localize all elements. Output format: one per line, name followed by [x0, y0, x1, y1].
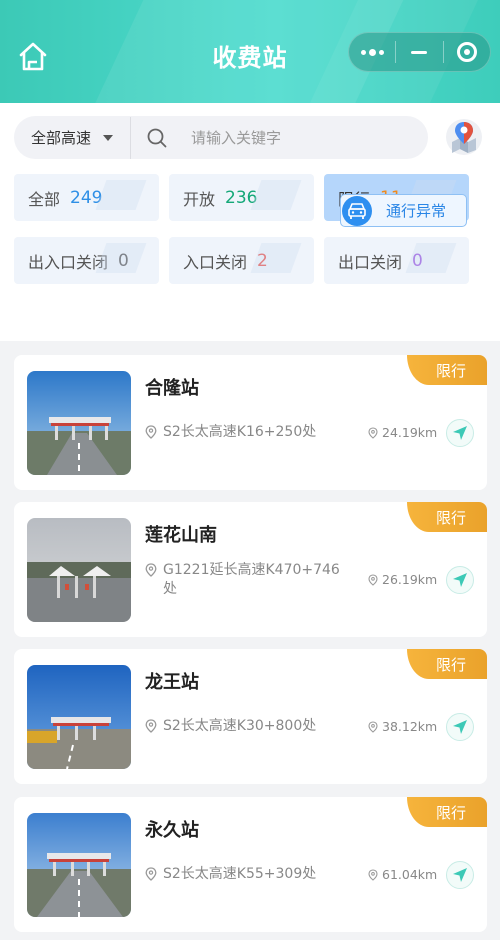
station-location: G1221延长高速K470+746处	[145, 561, 350, 599]
location-pin-icon	[145, 563, 157, 577]
station-photo	[27, 518, 131, 622]
map-view-button[interactable]	[446, 119, 482, 155]
navigation-arrow-icon	[453, 868, 467, 882]
station-card[interactable]: 永久站 S2长太高速K55+309处 61.04km 限行	[14, 797, 487, 932]
location-pin-icon	[145, 867, 157, 881]
status-badge: 限行	[407, 649, 487, 679]
distance-pin-icon	[368, 868, 378, 881]
status-badge: 限行	[407, 797, 487, 827]
search-input[interactable]	[191, 128, 391, 147]
status-badge: 限行	[407, 355, 487, 385]
navigation-arrow-icon	[453, 573, 467, 587]
station-photo	[27, 813, 131, 917]
highway-select-label: 全部高速	[31, 129, 92, 147]
stat-entrance-closed[interactable]: 入口关闭 2	[169, 237, 314, 284]
location-pin-icon	[145, 719, 157, 733]
navigate-button[interactable]	[446, 861, 474, 889]
station-location: S2长太高速K16+250处	[145, 423, 350, 442]
status-badge: 限行	[407, 502, 487, 532]
navigate-button[interactable]	[446, 713, 474, 741]
distance-pin-icon	[368, 573, 378, 586]
navigation-arrow-icon	[453, 426, 467, 440]
station-distance: 38.12km	[368, 719, 437, 734]
more-button[interactable]	[349, 33, 395, 71]
search-bar: 全部高速	[14, 116, 428, 159]
stat-exit-closed[interactable]: 出口关闭 0	[324, 237, 469, 284]
station-card[interactable]: 合隆站 S2长太高速K16+250处 24.19km 限行	[14, 355, 487, 490]
app-header: 收费站	[0, 0, 500, 103]
stat-all[interactable]: 全部 249	[14, 174, 159, 221]
record-close-icon	[456, 42, 477, 62]
station-name: 龙王站	[145, 672, 199, 693]
navigate-button[interactable]	[446, 419, 474, 447]
minus-icon	[411, 50, 428, 54]
station-name: 莲花山南	[145, 525, 217, 546]
mini-program-capsule	[348, 32, 491, 72]
station-name: 合隆站	[145, 378, 199, 399]
close-button[interactable]	[444, 33, 490, 71]
distance-pin-icon	[368, 720, 378, 733]
station-photo	[27, 371, 131, 475]
station-card[interactable]: 莲花山南 G1221延长高速K470+746处 26.19km 限行	[14, 502, 487, 637]
car-icon	[342, 195, 372, 226]
station-distance: 61.04km	[368, 867, 437, 882]
map-pin-icon	[452, 122, 476, 153]
filter-panel: 全部高速 全部 249 开放 236 限行 11 出入口关闭	[0, 103, 500, 341]
distance-pin-icon	[368, 426, 378, 439]
station-distance: 24.19km	[368, 425, 437, 440]
stat-both-closed[interactable]: 出入口关闭 0	[14, 237, 159, 284]
minimize-button[interactable]	[396, 33, 442, 71]
station-location: S2长太高速K55+309处	[145, 865, 350, 884]
search-icon	[147, 128, 167, 148]
caret-down-icon	[103, 134, 114, 141]
station-photo	[27, 665, 131, 769]
station-name: 永久站	[145, 820, 199, 841]
station-location: S2长太高速K30+800处	[145, 717, 350, 736]
navigation-arrow-icon	[453, 720, 467, 734]
navigate-button[interactable]	[446, 566, 474, 594]
highway-select[interactable]: 全部高速	[14, 116, 130, 159]
stat-open[interactable]: 开放 236	[169, 174, 314, 221]
location-pin-icon	[145, 425, 157, 439]
station-distance: 26.19km	[368, 572, 437, 587]
traffic-abnormal-button[interactable]: 通行异常	[340, 194, 467, 227]
station-card[interactable]: 龙王站 S2长太高速K30+800处 38.12km 限行	[14, 649, 487, 784]
more-dots-icon	[360, 48, 384, 56]
